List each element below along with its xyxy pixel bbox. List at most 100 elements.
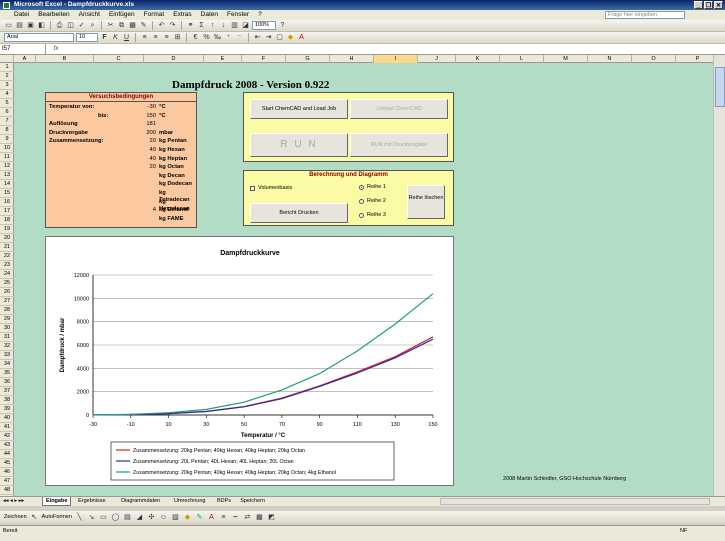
research-icon[interactable]: ⌕: [88, 21, 97, 30]
oval-icon[interactable]: ◯: [111, 513, 120, 522]
condition-value[interactable]: 20: [116, 164, 156, 171]
reihe-loeschen-button[interactable]: Reihe löschen: [407, 185, 445, 219]
cut-icon[interactable]: ✂: [106, 21, 115, 30]
row-header[interactable]: 27: [0, 297, 14, 306]
vertical-scrollbar[interactable]: [713, 55, 725, 496]
name-box[interactable]: I57: [0, 44, 46, 54]
font-combo[interactable]: Arial: [4, 33, 74, 42]
run-button[interactable]: R U N: [250, 133, 348, 157]
column-header[interactable]: D: [144, 55, 204, 63]
decrease-decimal-icon[interactable]: ⁻: [235, 33, 244, 42]
borders-icon[interactable]: ▢: [275, 33, 284, 42]
row-header[interactable]: 38: [0, 396, 14, 405]
condition-value[interactable]: 40: [116, 147, 156, 154]
menu-datei[interactable]: Datei: [14, 10, 29, 20]
menu-einfuegen[interactable]: Einfügen: [109, 10, 135, 20]
preview-icon[interactable]: ◫: [66, 21, 75, 30]
select-arrow-icon[interactable]: ↖: [30, 513, 39, 522]
column-header[interactable]: J: [418, 55, 456, 63]
condition-value[interactable]: 200: [116, 130, 156, 137]
row-header[interactable]: 42: [0, 432, 14, 441]
horizontal-scrollbar[interactable]: [440, 498, 710, 505]
spellcheck-icon[interactable]: ✓: [77, 21, 86, 30]
align-center-icon[interactable]: ≡: [151, 33, 160, 42]
column-header[interactable]: O: [632, 55, 676, 63]
row-header[interactable]: 4: [0, 90, 14, 99]
column-header[interactable]: N: [588, 55, 632, 63]
row-header[interactable]: 45: [0, 459, 14, 468]
permission-icon[interactable]: ◧: [37, 21, 46, 30]
row-header[interactable]: 36: [0, 378, 14, 387]
row-header[interactable]: 43: [0, 441, 14, 450]
row-header[interactable]: 16: [0, 198, 14, 207]
condition-value[interactable]: 20: [116, 138, 156, 145]
column-header[interactable]: B: [36, 55, 94, 63]
row-header[interactable]: 1: [0, 63, 14, 72]
row-header[interactable]: 30: [0, 324, 14, 333]
row-header[interactable]: 37: [0, 387, 14, 396]
draw-menu[interactable]: Zeichnen: [4, 514, 27, 520]
currency-icon[interactable]: €: [191, 33, 200, 42]
row-header[interactable]: 41: [0, 423, 14, 432]
font-color-icon[interactable]: A: [207, 513, 216, 522]
row-header[interactable]: 21: [0, 243, 14, 252]
percent-icon[interactable]: %: [202, 33, 211, 42]
row-header[interactable]: 9: [0, 135, 14, 144]
menu-format[interactable]: Format: [144, 10, 165, 20]
3d-icon[interactable]: ◩: [267, 513, 276, 522]
row-header[interactable]: 25: [0, 279, 14, 288]
row-header[interactable]: 33: [0, 351, 14, 360]
zoom-combo[interactable]: 100%: [252, 21, 276, 30]
row-header[interactable]: 15: [0, 189, 14, 198]
row-header[interactable]: 26: [0, 288, 14, 297]
menu-help[interactable]: ?: [258, 10, 262, 20]
thousands-icon[interactable]: ‰: [213, 33, 222, 42]
increase-decimal-icon[interactable]: ⁺: [224, 33, 233, 42]
sort-desc-icon[interactable]: ↓: [219, 21, 228, 30]
increase-indent-icon[interactable]: ⇥: [264, 33, 273, 42]
row-header[interactable]: 48: [0, 486, 14, 495]
row-header[interactable]: 40: [0, 414, 14, 423]
column-header[interactable]: F: [242, 55, 286, 63]
column-header[interactable]: H: [330, 55, 374, 63]
restore-icon[interactable]: ❐: [704, 1, 713, 9]
minimize-icon[interactable]: _: [694, 1, 703, 9]
rectangle-icon[interactable]: ▭: [99, 513, 108, 522]
print-icon[interactable]: ⎙: [55, 21, 64, 30]
copy-icon[interactable]: ⧉: [117, 21, 126, 30]
row-header[interactable]: 35: [0, 369, 14, 378]
diagram-icon[interactable]: ✣: [147, 513, 156, 522]
sort-asc-icon[interactable]: ↑: [208, 21, 217, 30]
row-header[interactable]: 20: [0, 234, 14, 243]
paste-icon[interactable]: ▦: [128, 21, 137, 30]
column-header[interactable]: G: [286, 55, 330, 63]
font-size-combo[interactable]: 10: [76, 33, 98, 42]
condition-value[interactable]: 4: [116, 207, 156, 214]
reihe-3-radio[interactable]: [359, 213, 364, 218]
column-header[interactable]: M: [544, 55, 588, 63]
sheet-tab[interactable]: Eingabe: [42, 497, 72, 506]
reihe-2-radio[interactable]: [359, 199, 364, 204]
picture-icon[interactable]: ▧: [171, 513, 180, 522]
row-header[interactable]: 6: [0, 108, 14, 117]
line-icon[interactable]: ╲: [75, 513, 84, 522]
condition-value[interactable]: 40: [116, 156, 156, 163]
bold-icon[interactable]: F: [100, 33, 109, 42]
row-header[interactable]: 3: [0, 81, 14, 90]
sheet-tab[interactable]: Ergebnisse: [75, 497, 109, 506]
bericht-drucken-button[interactable]: Bericht Drucken: [250, 203, 348, 223]
reihe-1-radio[interactable]: [359, 185, 364, 190]
clipart-icon[interactable]: ☺: [159, 513, 168, 522]
start-chemcad-button[interactable]: Start ChemCAD and Load Job: [250, 99, 348, 119]
autosum-icon[interactable]: Σ: [197, 21, 206, 30]
line-color-icon[interactable]: ✎: [195, 513, 204, 522]
column-header[interactable]: C: [94, 55, 144, 63]
line-style-icon[interactable]: ≡: [219, 513, 228, 522]
row-header[interactable]: 23: [0, 261, 14, 270]
row-header[interactable]: 24: [0, 270, 14, 279]
row-header[interactable]: 5: [0, 99, 14, 108]
chart-wizard-icon[interactable]: ▥: [230, 21, 239, 30]
hyperlink-icon[interactable]: ⚭: [186, 21, 195, 30]
formula-input[interactable]: [66, 44, 725, 54]
chart-area[interactable]: Dampfdruckkurve 0 2000 4000 6000 8000 10000 120…: [45, 236, 454, 486]
